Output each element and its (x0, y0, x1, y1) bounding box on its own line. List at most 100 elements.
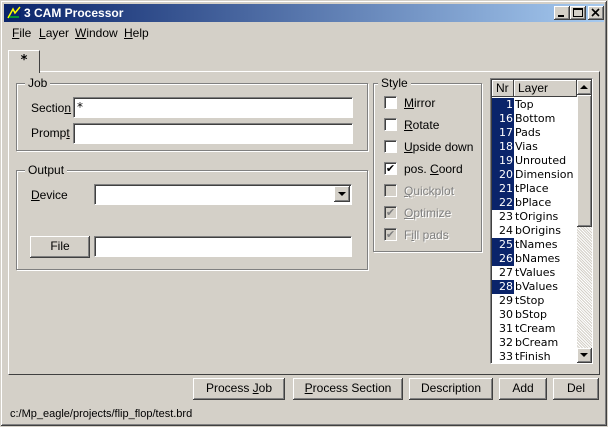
device-combobox[interactable] (94, 184, 352, 205)
layer-name: bValues (515, 280, 558, 293)
table-row[interactable]: 31 tCream (492, 322, 576, 336)
layer-name: tValues (515, 266, 556, 279)
style-group: Style Mirror Rotate Upside down ✔ pos. C… (373, 76, 482, 252)
menu-file[interactable]: File (12, 26, 31, 40)
layer-number: 28 (492, 280, 514, 294)
style-group-label: Style (378, 76, 411, 90)
tab-job[interactable]: * (8, 50, 40, 73)
layer-number: 1 (492, 98, 514, 112)
prompt-label: Prompt (31, 126, 70, 140)
layer-number: 32 (499, 336, 513, 349)
table-row[interactable]: 21 tPlace (492, 182, 576, 196)
column-header-layer[interactable]: Layer (514, 80, 577, 97)
layer-name: tNames (515, 238, 558, 251)
layer-number: 29 (499, 294, 513, 307)
chevron-down-icon[interactable] (334, 186, 350, 202)
minimize-button[interactable] (554, 6, 570, 20)
menu-help[interactable]: Help (124, 26, 149, 40)
layer-number: 16 (492, 112, 514, 126)
layer-number: 22 (492, 196, 514, 210)
table-row[interactable]: 17 Pads (492, 126, 576, 140)
table-row[interactable]: 19 Unrouted (492, 154, 576, 168)
layer-name: tPlace (515, 182, 549, 195)
layer-list[interactable]: Nr Layer 1 Top 16 Bottom 17 Pads 18 Vias 19 Unrou… (490, 78, 593, 364)
layer-name: bOrigins (515, 224, 561, 237)
section-input[interactable]: * (73, 97, 353, 118)
optimize-label: Optimize (404, 206, 452, 220)
scroll-up-icon[interactable] (577, 80, 592, 95)
cam-processor-window: 3 CAM Processor File Layer Window Help *… (0, 0, 608, 427)
process-job-button[interactable]: Process Job (193, 378, 285, 400)
menu-bar: File Layer Window Help (4, 23, 604, 43)
layer-rows: 1 Top 16 Bottom 17 Pads 18 Vias 19 Unrouted 20 Dime… (492, 98, 576, 363)
layer-number: 33 (499, 350, 513, 363)
table-row[interactable]: 33 tFinish (492, 350, 576, 363)
table-row[interactable]: 29 tStop (492, 294, 576, 308)
process-section-button[interactable]: Process Section (293, 378, 403, 400)
table-row[interactable]: 18 Vias (492, 140, 576, 154)
table-row[interactable]: 28 bValues (492, 280, 576, 294)
check-mark-icon[interactable]: ✔ (384, 162, 397, 175)
file-input[interactable] (94, 236, 352, 257)
layer-number: 26 (492, 252, 514, 266)
table-row[interactable]: 32 bCream (492, 336, 576, 350)
layer-number: 25 (492, 238, 514, 252)
table-row[interactable]: 27 tValues (492, 266, 576, 280)
layer-name: tOrigins (515, 210, 559, 223)
scrollbar-thumb[interactable] (577, 95, 592, 227)
output-group-label: Output (25, 163, 68, 177)
prompt-input[interactable] (73, 123, 353, 144)
fill-pads-label: Fill pads (404, 228, 449, 242)
layer-name: tFinish (515, 350, 551, 363)
title-bar[interactable]: 3 CAM Processor (4, 4, 604, 22)
layer-list-scrollbar[interactable] (577, 80, 592, 363)
layer-name: Top (515, 98, 534, 111)
check-mark-icon: ✔ (384, 228, 397, 241)
layer-number: 17 (492, 126, 514, 140)
upside-down-check-box[interactable] (384, 140, 397, 153)
table-row[interactable]: 22 bPlace (492, 196, 576, 210)
layer-number: 19 (492, 154, 514, 168)
layer-number: 24 (499, 224, 513, 237)
check-mark-icon: ✔ (384, 206, 397, 219)
layer-name: Dimension (515, 168, 574, 181)
layer-number: 27 (499, 266, 513, 279)
layer-name: Unrouted (515, 154, 567, 167)
layer-name: tStop (515, 294, 545, 307)
table-row[interactable]: 26 bNames (492, 252, 576, 266)
job-group-label: Job (25, 76, 51, 90)
layer-number: 31 (499, 322, 513, 335)
del-button[interactable]: Del (553, 378, 599, 400)
add-button[interactable]: Add (499, 378, 547, 400)
table-row[interactable]: 24 bOrigins (492, 224, 576, 238)
layer-name: Vias (515, 140, 538, 153)
pos-coord-label: pos. Coord (404, 162, 463, 176)
close-icon (591, 8, 600, 17)
table-row[interactable]: 20 Dimension (492, 168, 576, 182)
section-label: Section (31, 101, 72, 115)
minimize-icon (558, 15, 564, 17)
close-button[interactable] (588, 6, 604, 20)
maximize-button[interactable] (570, 6, 586, 20)
quickplot-label: Quickplot (404, 184, 455, 198)
layer-name: bPlace (515, 196, 552, 209)
table-row[interactable]: 1 Top (492, 98, 576, 112)
column-header-nr[interactable]: Nr (492, 80, 514, 97)
table-row[interactable]: 25 tNames (492, 238, 576, 252)
file-button[interactable]: File (30, 236, 90, 258)
eagle-app-icon (7, 6, 21, 20)
mirror-check-box[interactable] (384, 96, 397, 109)
rotate-check-box[interactable] (384, 118, 397, 131)
layer-number: 30 (499, 308, 513, 321)
menu-layer[interactable]: Layer (39, 26, 69, 40)
menu-window[interactable]: Window (75, 26, 118, 40)
layer-number: 21 (492, 182, 514, 196)
description-button[interactable]: Description (409, 378, 493, 400)
rotate-label: Rotate (404, 118, 440, 132)
scroll-down-icon[interactable] (577, 348, 592, 363)
table-row[interactable]: 30 bStop (492, 308, 576, 322)
table-row[interactable]: 16 Bottom (492, 112, 576, 126)
mirror-label: Mirror (404, 96, 436, 110)
window-title: 3 CAM Processor (24, 6, 124, 20)
table-row[interactable]: 23 tOrigins (492, 210, 576, 224)
